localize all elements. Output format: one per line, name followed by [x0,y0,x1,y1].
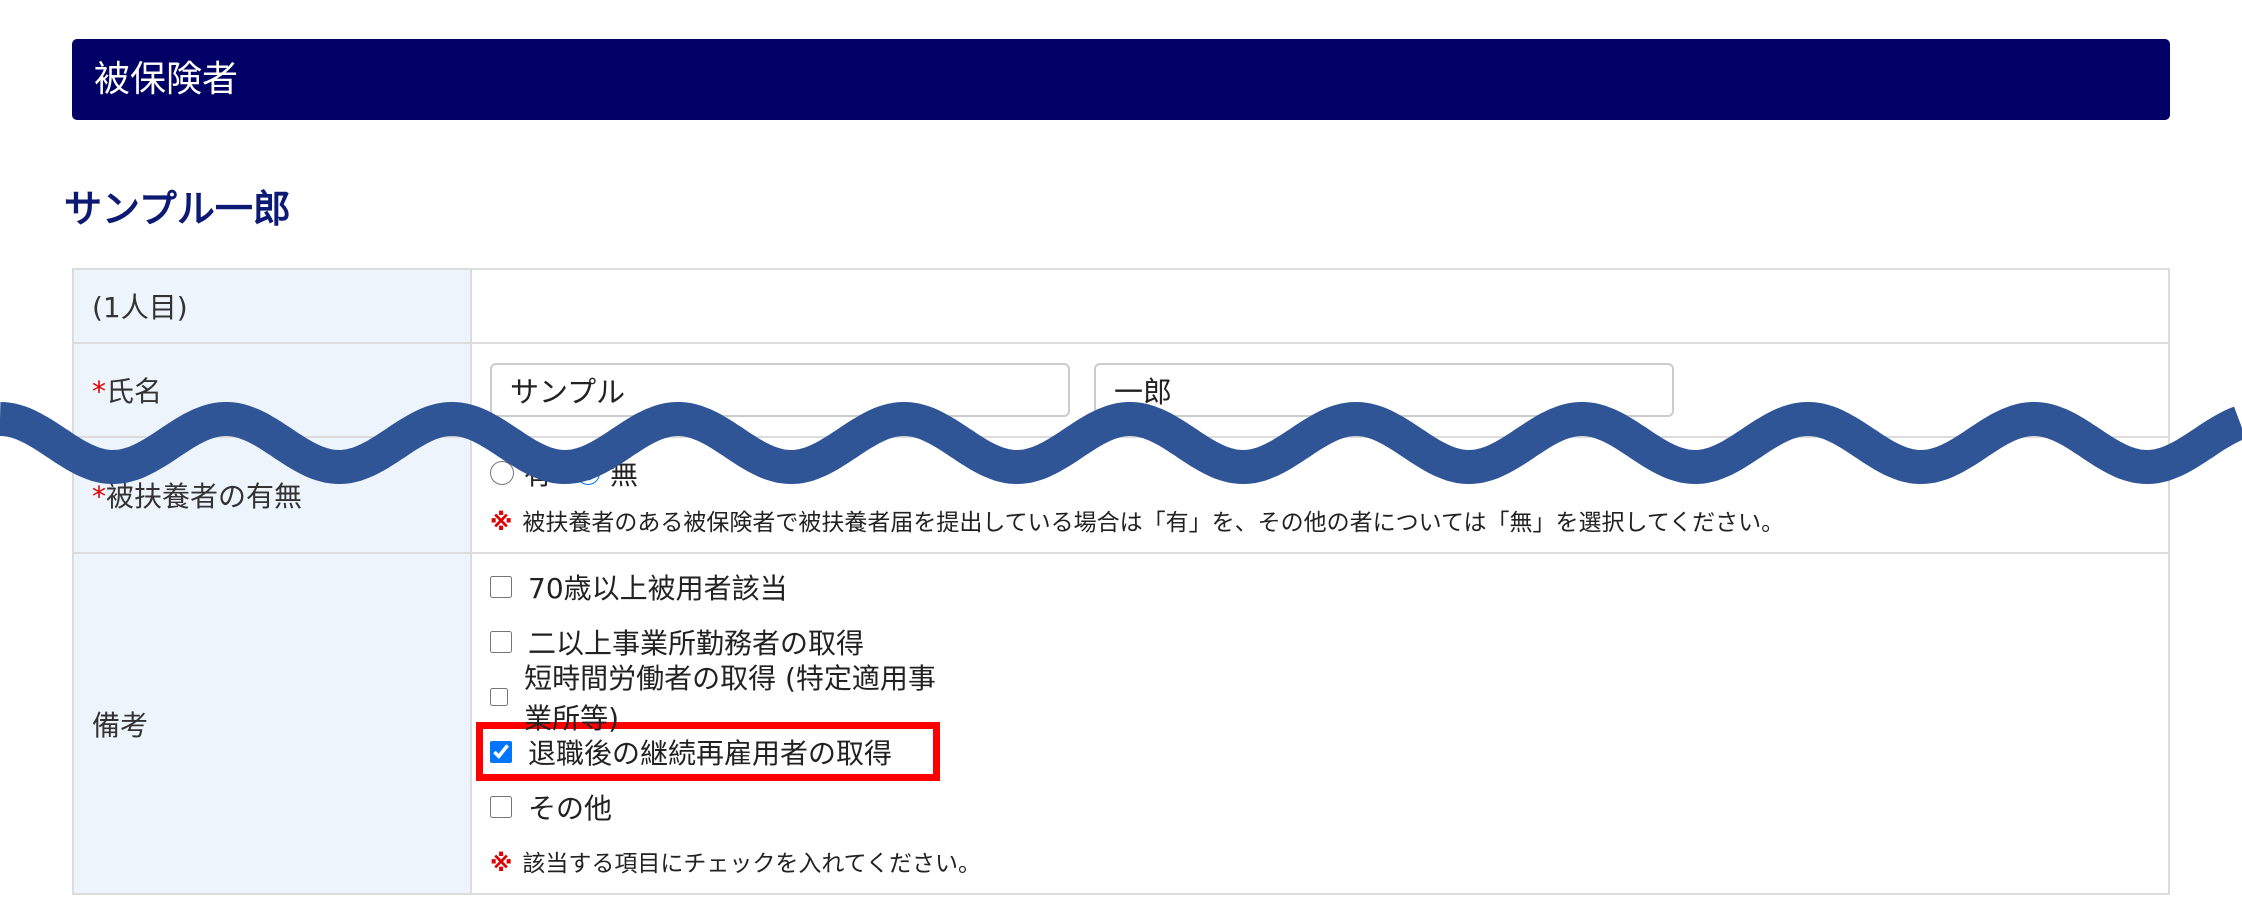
remarks-item-70-over[interactable]: 70歳以上被用者該当 [476,559,940,614]
section-title: 被保険者 [94,59,239,100]
row-remarks: 備考 70歳以上被用者該当 二以上事業所勤務者の取得 短時間労働者の取得 (特定… [72,552,2170,895]
value-name [470,342,2170,438]
remarks-checkbox-0[interactable] [490,575,512,598]
first-name-input[interactable] [1094,363,1674,417]
remarks-item-label: 退職後の継続再雇用者の取得 [528,736,893,770]
row-name: *氏名 [72,342,2170,438]
remarks-note: ※ 該当する項目にチェックを入れてください。 [490,844,2167,878]
row-dependents: *被扶養者の有無 有 無 ※ 被扶養者のある被保険者で被扶養者届を提出している場合… [72,436,2170,554]
dependents-note: ※ 被扶養者のある被保険者で被扶養者届を提出している場合は「有」を、その他の者につ… [490,503,2167,537]
insured-form-table: (1人目) *氏名 *被扶養者の有無 有 無 [72,268,2170,895]
remarks-item-label: 二以上事業所勤務者の取得 [528,626,865,660]
index-label: (1人目) [92,291,188,324]
remarks-item-short-time[interactable]: 短時間労働者の取得 (特定適用事業所等) [476,662,940,735]
remarks-item-label: 70歳以上被用者該当 [528,571,788,605]
label-name: *氏名 [72,342,472,438]
remarks-item-label: その他 [528,791,613,825]
remarks-checklist: 70歳以上被用者該当 二以上事業所勤務者の取得 短時間労働者の取得 (特定適用事… [476,555,2167,892]
dependents-radio-no[interactable] [576,461,601,485]
dependents-note-text: 被扶養者のある被保険者で被扶養者届を提出している場合は「有」を、その他の者につい… [522,510,1785,536]
note-mark-icon: ※ [490,510,513,536]
value-index [470,268,2170,344]
dependents-option-yes-label: 有 [524,458,553,491]
value-remarks: 70歳以上被用者該当 二以上事業所勤務者の取得 短時間労働者の取得 (特定適用事… [470,552,2170,895]
remarks-note-text: 該当する項目にチェックを入れてください。 [522,851,981,877]
required-mark: * [92,375,106,408]
value-dependents: 有 無 ※ 被扶養者のある被保険者で被扶養者届を提出している場合は「有」を、その他… [470,436,2170,554]
dependents-radio-group: 有 無 [490,453,2167,493]
dependents-radio-yes[interactable] [490,461,514,485]
dependents-label: 被扶養者の有無 [106,480,303,513]
name-label: 氏名 [106,375,163,408]
dependents-option-no[interactable]: 無 [576,453,638,493]
note-mark-icon: ※ [490,851,513,877]
remarks-item-other[interactable]: その他 [476,779,940,834]
remarks-checkbox-3[interactable] [490,740,512,763]
last-name-input[interactable] [490,363,1070,417]
remarks-checkbox-4[interactable] [490,795,512,818]
row-index: (1人目) [72,268,2170,344]
required-mark: * [92,480,106,513]
label-remarks: 備考 [72,552,472,895]
remarks-label: 備考 [92,708,149,742]
remarks-checkbox-2[interactable] [490,685,509,708]
person-name: サンプル一郎 [64,187,291,231]
remarks-checkbox-1[interactable] [490,630,512,653]
dependents-option-no-label: 無 [610,458,639,491]
section-header: 被保険者 [72,39,2170,120]
label-dependents: *被扶養者の有無 [72,436,472,554]
dependents-option-yes[interactable]: 有 [490,453,552,493]
remarks-item-rehire[interactable]: 退職後の継続再雇用者の取得 [476,722,940,781]
label-index: (1人目) [72,268,472,344]
remarks-item-label: 短時間労働者の取得 (特定適用事業所等) [524,661,936,735]
